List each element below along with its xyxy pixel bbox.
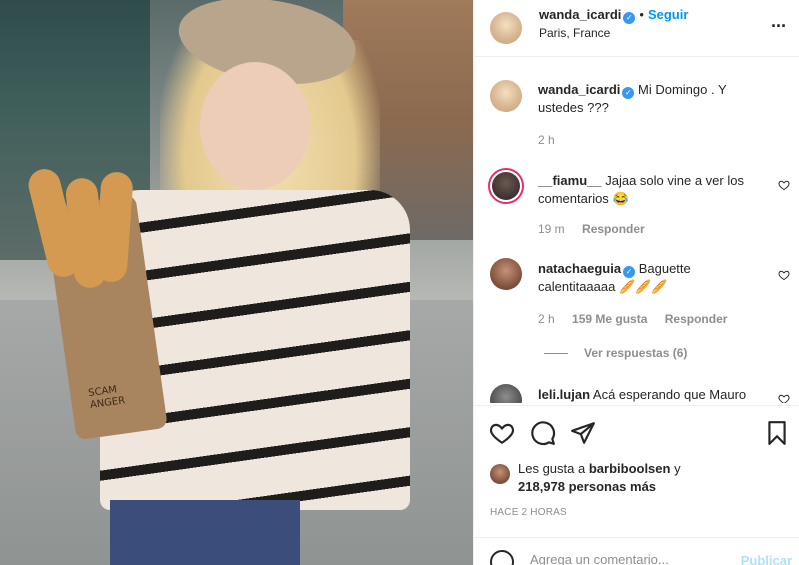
- more-options-icon[interactable]: ···: [771, 16, 787, 37]
- post-actions-bar: [474, 405, 799, 457]
- commenter-avatar[interactable]: [490, 258, 522, 290]
- comment-text-block: natachaeguia ✓ Baguette calentitaaaaa 🥖🥖🥖: [538, 260, 766, 296]
- bag-print: SCAM ANGER: [88, 383, 126, 412]
- comment-author[interactable]: __fiamu__: [538, 173, 602, 188]
- follow-button[interactable]: Seguir: [648, 7, 688, 22]
- like-heart-icon[interactable]: [489, 420, 515, 446]
- view-replies-button[interactable]: Ver respuestas (6): [544, 346, 687, 360]
- comment-likes[interactable]: 159 Me gusta: [572, 312, 647, 326]
- comment-time[interactable]: 19 m: [538, 222, 565, 236]
- commenter-avatar[interactable]: [488, 168, 524, 204]
- like-comment-heart-icon[interactable]: [778, 179, 790, 191]
- emoji-picker-icon[interactable]: [490, 550, 514, 565]
- comment-row: leli.lujan Acá esperando que Mauro: [490, 384, 790, 403]
- liker-username[interactable]: barbiboolsen: [589, 461, 671, 476]
- caption-text-block: wanda_icardi ✓ Mi Domingo . Y ustedes ???: [538, 81, 766, 117]
- save-bookmark-icon[interactable]: [764, 420, 790, 446]
- likes-text: Les gusta a barbiboolsen y 218,978 perso…: [518, 460, 681, 496]
- comment-author[interactable]: leli.lujan: [538, 387, 590, 402]
- author-block: wanda_icardi ✓ • Seguir Paris, France: [539, 6, 688, 42]
- verified-badge-icon: ✓: [623, 12, 636, 24]
- likes-prefix: Les gusta a: [518, 461, 586, 476]
- comment-row: __fiamu__ Jajaa solo vine a ver los come…: [488, 168, 790, 238]
- comment-row: natachaeguia ✓ Baguette calentitaaaaa 🥖🥖🥖…: [490, 258, 790, 360]
- like-comment-heart-icon[interactable]: [778, 393, 790, 403]
- photo-jeans: [110, 500, 300, 565]
- caption-row: wanda_icardi ✓ Mi Domingo . Y ustedes ???…: [490, 80, 790, 150]
- comment-text-block: __fiamu__ Jajaa solo vine a ver los come…: [538, 172, 766, 208]
- caption-author-avatar[interactable]: [490, 80, 522, 112]
- verified-badge-icon: ✓: [623, 266, 636, 278]
- likes-count[interactable]: 218,978 personas más: [518, 479, 656, 494]
- likes-join: y: [674, 461, 681, 476]
- separator-dot: •: [639, 7, 644, 22]
- replies-divider-line: [544, 353, 568, 355]
- post-photo[interactable]: SCAM ANGER: [0, 0, 473, 565]
- baguette-emoji-icon: 🥖🥖🥖: [618, 279, 668, 294]
- post-location[interactable]: Paris, France: [539, 24, 688, 42]
- comments-list: wanda_icardi ✓ Mi Domingo . Y ustedes ???…: [474, 58, 799, 403]
- comment-meta: 19 m Responder: [538, 222, 659, 236]
- comment-bubble-icon[interactable]: [530, 420, 556, 446]
- photo-face: [200, 62, 310, 190]
- verified-badge-icon: ✓: [622, 87, 635, 99]
- laughing-emoji-icon: 😂: [612, 191, 629, 206]
- reply-button[interactable]: Responder: [665, 312, 728, 326]
- view-replies-label: Ver respuestas (6): [584, 346, 688, 360]
- post-header: wanda_icardi ✓ • Seguir Paris, France ···: [474, 0, 799, 57]
- add-comment-input[interactable]: [530, 552, 730, 565]
- comment-text: Acá esperando que Mauro: [592, 387, 747, 402]
- post-details-panel: wanda_icardi ✓ • Seguir Paris, France ··· w…: [473, 0, 799, 565]
- post-time-ago[interactable]: HACE 2 HORAS: [490, 507, 567, 518]
- share-paper-plane-icon[interactable]: [570, 420, 596, 446]
- liker-avatar[interactable]: [490, 464, 510, 484]
- caption-time[interactable]: 2 h: [538, 133, 555, 147]
- publish-button[interactable]: Publicar: [741, 553, 792, 565]
- like-comment-heart-icon[interactable]: [778, 269, 790, 281]
- caption-author[interactable]: wanda_icardi: [538, 82, 620, 97]
- comment-text-block: leli.lujan Acá esperando que Mauro: [538, 386, 766, 403]
- comment-author[interactable]: natachaeguia: [538, 261, 621, 276]
- author-username[interactable]: wanda_icardi: [539, 7, 621, 22]
- commenter-avatar[interactable]: [490, 384, 522, 403]
- author-avatar[interactable]: [490, 12, 522, 44]
- comment-meta: 2 h 159 Me gusta Responder: [538, 312, 741, 326]
- add-comment-bar: Publicar: [474, 537, 799, 565]
- caption-meta: 2 h: [538, 133, 569, 147]
- comment-time[interactable]: 2 h: [538, 312, 555, 326]
- reply-button[interactable]: Responder: [582, 222, 645, 236]
